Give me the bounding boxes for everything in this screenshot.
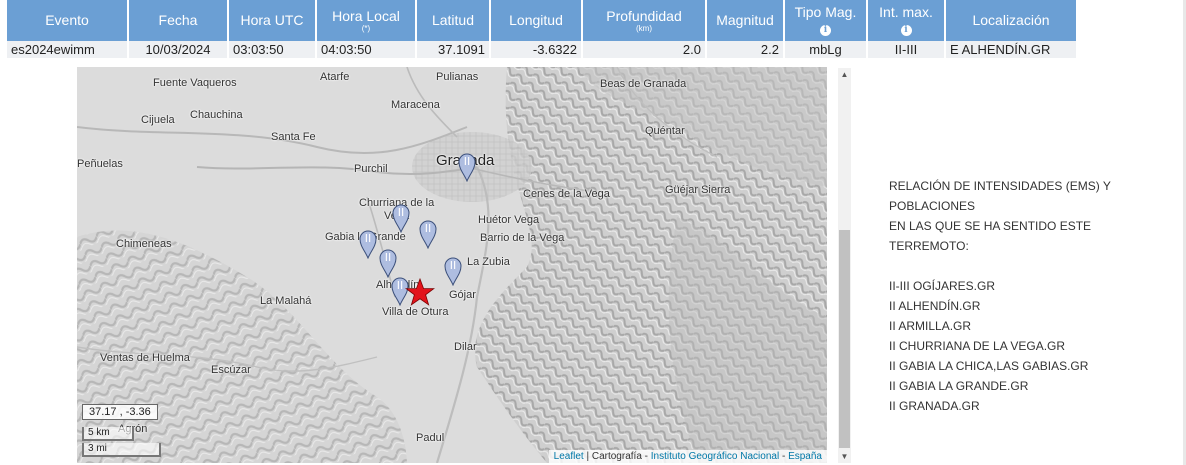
marker-label: II (449, 259, 457, 272)
intensity-marker[interactable]: II (419, 219, 437, 249)
cell-evento: es2024ewimm (7, 41, 127, 58)
scroll-up-icon[interactable]: ▲ (838, 68, 851, 81)
marker-label: II (384, 251, 392, 264)
place-label: La Zubia (467, 256, 510, 268)
info-icon[interactable]: i (820, 25, 831, 36)
espana-link[interactable]: España (788, 451, 822, 462)
cell-tipo-mag: mbLg (785, 41, 866, 58)
scrollbar-thumb[interactable] (839, 230, 850, 448)
place-label: Atarfe (320, 71, 350, 83)
cell-latitud: 37.1091 (417, 41, 489, 58)
map-attribution: Leaflet | Cartografía - Instituto Geográ… (548, 450, 827, 463)
col-header-int-max[interactable]: Int. max. i (868, 0, 944, 41)
earthquake-table: Evento Fecha Hora UTC Hora Local (*) Lati… (5, 0, 1078, 58)
table-header-row: Evento Fecha Hora UTC Hora Local (*) Lati… (7, 0, 1076, 41)
intensity-marker[interactable]: II (379, 248, 397, 278)
place-label: Fuente Vaqueros (153, 77, 237, 89)
info-icon[interactable]: i (900, 25, 912, 36)
col-header-hora-local[interactable]: Hora Local (*) (317, 0, 415, 41)
map-scrollbar[interactable]: ▲ ▼ (838, 68, 851, 463)
place-label: Beas de Granada (600, 78, 687, 90)
ign-link[interactable]: Instituto Geográfico Nacional (651, 451, 779, 462)
intensity-item: II ALHENDÍN.GR (889, 299, 981, 313)
attribution-dash: - (779, 451, 789, 462)
cell-hora-local: 04:03:50 (317, 41, 415, 58)
marker-label: II (424, 222, 432, 235)
place-label: Padul (416, 432, 445, 444)
intensity-item: II-III OGÍJARES.GR (889, 279, 996, 293)
col-header-magnitud[interactable]: Magnitud (707, 0, 783, 41)
cell-fecha: 10/03/2024 (129, 41, 227, 58)
col-header-localizacion[interactable]: Localización (946, 0, 1076, 41)
place-label: La Malahá (260, 295, 312, 307)
intensity-item: II GRANADA.GR (889, 399, 980, 413)
scale-km: 5 km (82, 427, 134, 441)
col-header-fecha[interactable]: Fecha (129, 0, 227, 41)
place-label: Dilar (454, 341, 477, 353)
place-label: Pulianas (436, 71, 479, 83)
place-label: Maracena (391, 99, 440, 111)
col-header-latitud[interactable]: Latitud (417, 0, 489, 41)
epicenter-star-icon[interactable] (405, 278, 435, 308)
intensity-heading: EN LAS QUE SE HA SENTIDO ESTE (889, 219, 1092, 233)
intensity-item: II GABIA LA CHICA,LAS GABIAS.GR (889, 359, 1089, 373)
place-label: Purchil (354, 163, 388, 175)
leaflet-link[interactable]: Leaflet (554, 451, 584, 462)
profundidad-unit: (km) (636, 23, 652, 33)
scale-mi: 3 mi (82, 443, 161, 457)
col-header-hora-utc[interactable]: Hora UTC (229, 0, 315, 41)
intensity-marker[interactable]: II (392, 203, 410, 233)
col-header-longitud[interactable]: Longitud (491, 0, 581, 41)
intensity-item: II ARMILLA.GR (889, 319, 972, 333)
table-row: es2024ewimm 10/03/2024 03:03:50 04:03:50… (7, 41, 1076, 58)
cell-magnitud: 2.2 (707, 41, 783, 58)
place-label: Güéjar Sierra (665, 184, 731, 196)
place-label: Huétor Vega (478, 214, 540, 226)
col-header-profundidad[interactable]: Profundidad (km) (583, 0, 705, 41)
marker-label: II (463, 155, 471, 168)
coordinate-readout: 37.17 , -3.36 (82, 404, 158, 420)
place-label: Quéntar (645, 125, 685, 137)
col-header-evento[interactable]: Evento (7, 0, 127, 41)
attribution-separator: | Cartografía - (583, 451, 651, 462)
cell-int-max: II-III (868, 41, 944, 58)
place-label: Cijuela (141, 114, 175, 126)
cell-longitud: -3.6322 (491, 41, 581, 58)
epicenter-map[interactable]: Fuente Vaqueros Atarfe Pulianas Beas de … (77, 67, 827, 463)
intensity-list-panel: RELACIÓN DE INTENSIDADES (EMS) Y POBLACI… (889, 176, 1129, 416)
cell-localizacion: E ALHENDÍN.GR (946, 41, 1076, 58)
intensity-marker[interactable]: II (444, 256, 462, 286)
intensity-marker[interactable]: II (359, 229, 377, 259)
place-label: Cenes de la Vega (523, 188, 610, 200)
place-label: Escúzar (211, 364, 251, 376)
cell-profundidad: 2.0 (583, 41, 705, 58)
scroll-down-icon[interactable]: ▼ (838, 450, 851, 463)
marker-label: II (364, 232, 372, 245)
col-header-tipo-mag[interactable]: Tipo Mag. i (785, 0, 866, 41)
intensity-marker[interactable]: II (458, 152, 476, 182)
hora-local-note: (*) (361, 23, 371, 33)
place-label: Chauchina (190, 109, 243, 121)
marker-label: II (397, 206, 405, 219)
place-label: Ventas de Huelma (100, 352, 190, 364)
place-label: Santa Fe (271, 131, 316, 143)
place-label: Barrio de la Vega (480, 232, 565, 244)
cell-hora-utc: 03:03:50 (229, 41, 315, 58)
place-label: Chimeneas (116, 238, 172, 250)
intensity-heading: POBLACIONES (889, 199, 976, 213)
place-label: Gójar (449, 289, 476, 301)
intensity-item: II CHURRIANA DE LA VEGA.GR (889, 339, 1066, 353)
intensity-item: II GABIA LA GRANDE.GR (889, 379, 1029, 393)
place-label: Peñuelas (77, 158, 123, 170)
intensity-heading: TERREMOTO: (889, 239, 969, 253)
intensity-heading: RELACIÓN DE INTENSIDADES (EMS) Y (889, 179, 1111, 193)
